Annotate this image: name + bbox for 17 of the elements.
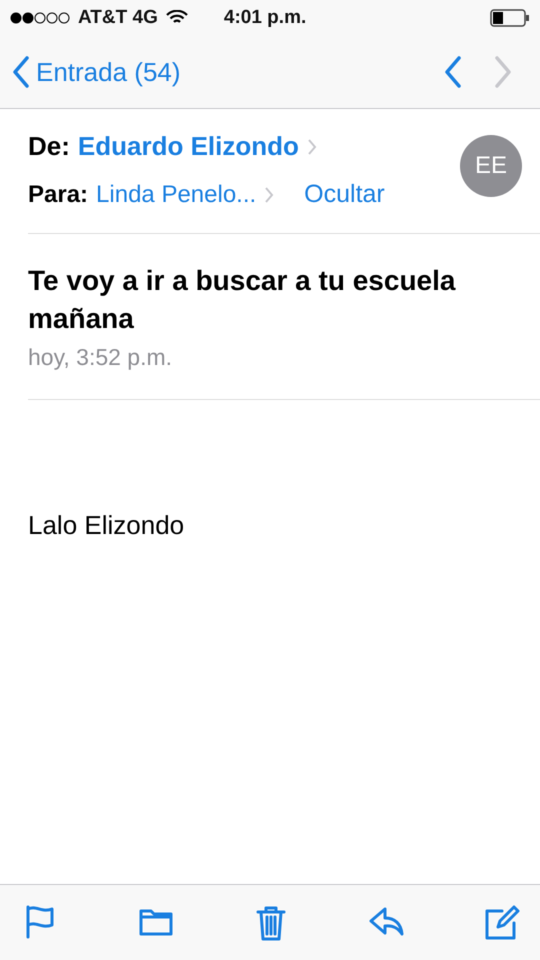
hide-link[interactable]: Ocultar: [304, 180, 385, 209]
carrier-name: AT&T 4G: [78, 7, 158, 29]
signal-strength-icon: [10, 12, 70, 24]
status-time: 4:01 p.m.: [224, 7, 308, 29]
back-chevron-icon: [12, 56, 30, 88]
sender-link[interactable]: Eduardo Elizondo: [78, 131, 299, 162]
chevron-icon: [264, 186, 274, 204]
to-label: Para:: [28, 180, 88, 208]
battery-icon: [490, 9, 530, 27]
recipient-link[interactable]: Linda Penelo...: [96, 180, 256, 208]
email-subject: Te voy a ir a buscar a tu escuela mañana: [28, 264, 457, 336]
sender-avatar: EE: [460, 135, 522, 197]
email-date: hoy, 3:52 p.m.: [28, 344, 174, 371]
back-link[interactable]: Entrada (54): [12, 56, 428, 88]
email-body: Lalo Elizondo: [28, 510, 184, 540]
from-label: De:: [28, 131, 70, 162]
chevron-icon: [306, 138, 317, 156]
